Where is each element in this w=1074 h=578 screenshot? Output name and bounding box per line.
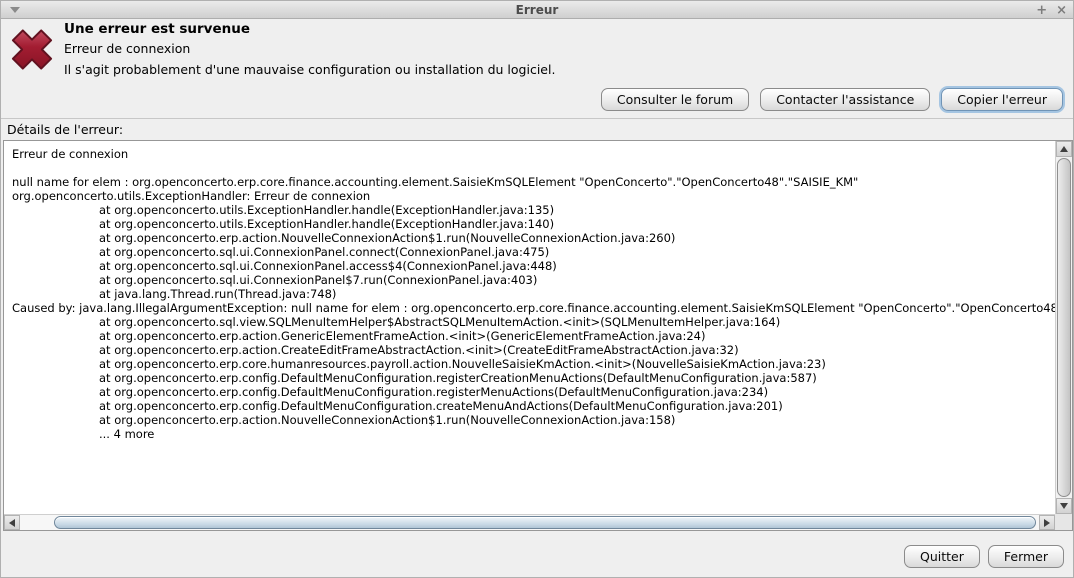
quit-button[interactable]: Quitter: [904, 545, 980, 568]
window-title: Erreur: [1, 3, 1073, 17]
scroll-left-button[interactable]: [4, 515, 20, 530]
trace-line: at org.openconcerto.erp.action.NouvelleC…: [12, 231, 1055, 245]
trace-line: at org.openconcerto.erp.config.DefaultMe…: [12, 385, 1055, 399]
trace-line: org.openconcerto.utils.ExceptionHandler:…: [12, 189, 1055, 203]
trace-line: at org.openconcerto.erp.action.GenericEl…: [12, 329, 1055, 343]
error-details-pane: Erreur de connexion null name for elem :…: [3, 140, 1073, 531]
close-icon[interactable]: ×: [1056, 4, 1067, 17]
arrow-down-icon: [1060, 503, 1068, 509]
error-cross-icon: [8, 25, 56, 74]
error-description: Il s'agit probablement d'une mauvaise co…: [64, 62, 555, 77]
header-button-row: Consulter le forum Contacter l'assistanc…: [601, 88, 1063, 111]
trace-line: [12, 161, 1055, 175]
copy-error-button[interactable]: Copier l'erreur: [941, 88, 1063, 111]
header-separator: [1, 118, 1073, 119]
vertical-scrollbar-thumb[interactable]: [1057, 158, 1071, 497]
horizontal-scrollbar[interactable]: [4, 514, 1055, 530]
trace-line: at java.lang.Thread.run(Thread.java:748): [12, 287, 1055, 301]
trace-line: at org.openconcerto.erp.action.CreateEdi…: [12, 343, 1055, 357]
arrow-left-icon: [9, 519, 15, 527]
stack-trace[interactable]: Erreur de connexion null name for elem :…: [4, 141, 1055, 514]
error-dialog-window: Erreur + × Une erreur est survenue Erreu…: [0, 0, 1074, 578]
trace-line: at org.openconcerto.sql.ui.ConnexionPane…: [12, 245, 1055, 259]
trace-line: at org.openconcerto.sql.ui.ConnexionPane…: [12, 273, 1055, 287]
close-button[interactable]: Fermer: [988, 545, 1064, 568]
contact-support-button[interactable]: Contacter l'assistance: [760, 88, 930, 111]
consult-forum-button[interactable]: Consulter le forum: [601, 88, 749, 111]
scroll-right-button[interactable]: [1039, 515, 1055, 530]
trace-line: null name for elem : org.openconcerto.er…: [12, 175, 1055, 189]
error-subtitle: Erreur de connexion: [64, 41, 190, 56]
window-controls: + ×: [1036, 1, 1067, 19]
trace-line: at org.openconcerto.erp.core.humanresour…: [12, 357, 1055, 371]
arrow-up-icon: [1060, 146, 1068, 152]
scroll-up-button[interactable]: [1056, 141, 1072, 157]
arrow-right-icon: [1044, 519, 1050, 527]
vertical-scrollbar[interactable]: [1055, 141, 1072, 514]
trace-line: ... 4 more: [12, 427, 1055, 441]
trace-line: at org.openconcerto.utils.ExceptionHandl…: [12, 217, 1055, 231]
title-bar: Erreur + ×: [1, 1, 1073, 19]
maximize-icon[interactable]: +: [1036, 4, 1047, 17]
scrollbar-corner: [1055, 514, 1072, 530]
error-headline: Une erreur est survenue: [64, 21, 250, 37]
horizontal-scrollbar-thumb[interactable]: [54, 516, 1036, 529]
footer-button-row: Quitter Fermer: [904, 545, 1064, 568]
trace-line: Caused by: java.lang.IllegalArgumentExce…: [12, 301, 1055, 315]
trace-line: at org.openconcerto.sql.ui.ConnexionPane…: [12, 259, 1055, 273]
trace-line: at org.openconcerto.sql.view.SQLMenuItem…: [12, 315, 1055, 329]
trace-line: at org.openconcerto.utils.ExceptionHandl…: [12, 203, 1055, 217]
trace-line: Erreur de connexion: [12, 147, 1055, 161]
scroll-down-button[interactable]: [1056, 498, 1072, 514]
trace-line: at org.openconcerto.erp.action.NouvelleC…: [12, 413, 1055, 427]
trace-line: at org.openconcerto.erp.config.DefaultMe…: [12, 399, 1055, 413]
details-label: Détails de l'erreur:: [7, 122, 123, 137]
trace-line: at org.openconcerto.erp.config.DefaultMe…: [12, 371, 1055, 385]
